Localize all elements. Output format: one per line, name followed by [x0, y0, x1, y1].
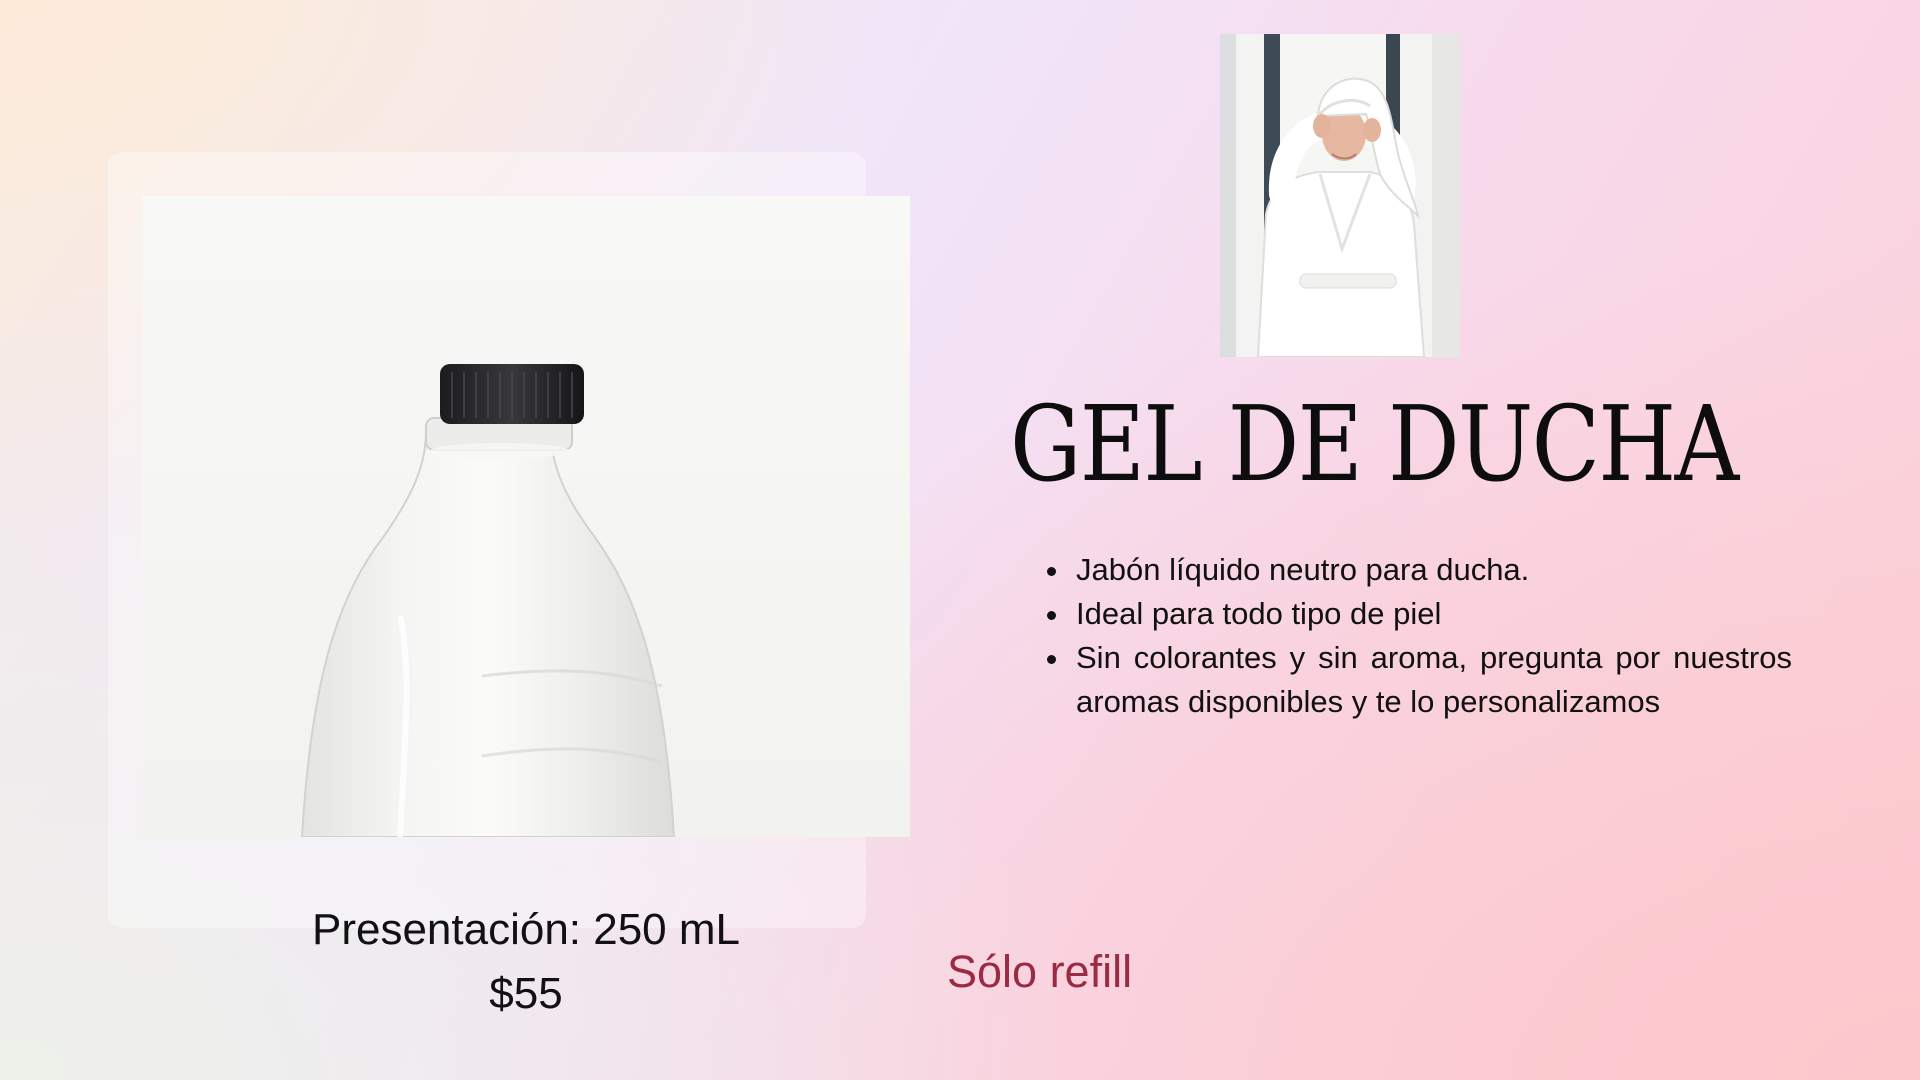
woman-bathrobe-photo: [1220, 34, 1460, 357]
presentation-info: Presentación: 250 mL $55: [226, 898, 826, 1026]
feature-item: Jabón líquido neutro para ducha.: [1072, 548, 1792, 592]
feature-item: Sin colorantes y sin aroma, pregunta por…: [1072, 636, 1792, 724]
product-price: $55: [489, 969, 563, 1018]
product-title: GEL DE DUCHA: [1010, 383, 1739, 505]
bottle-photo: [142, 196, 910, 837]
presentation-size: Presentación: 250 mL: [311, 905, 741, 954]
refill-note: Sólo refill: [947, 946, 1133, 997]
feature-item: Ideal para todo tipo de piel: [1072, 592, 1792, 636]
features-list: Jabón líquido neutro para ducha. Ideal p…: [1048, 548, 1792, 724]
